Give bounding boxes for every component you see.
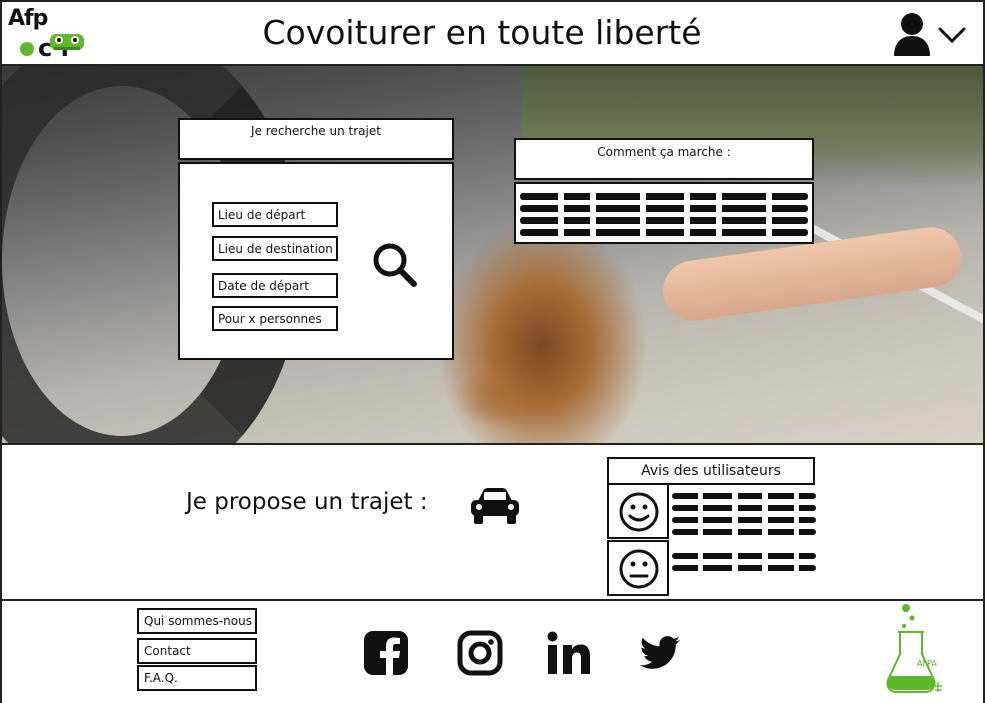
placeholder-text-line [520,217,808,224]
logo-text-top: Afp [8,6,48,31]
placeholder-text-line [520,205,808,212]
logo-car-icon [50,34,84,50]
review-text-1 [672,487,816,543]
review-avatar-happy [607,483,669,539]
search-icon[interactable] [372,242,418,288]
placeholder-text-line [672,505,816,511]
hero-banner: Je recherche un trajet Lieu de départ Li… [2,66,983,443]
placeholder-text-line [520,229,808,236]
placeholder-text-line [672,493,816,499]
faq-link[interactable]: F.A.Q. [137,665,257,691]
page-title: Covoiturer en toute liberté [262,13,702,52]
destination-field[interactable]: Lieu de destination [212,236,338,261]
propose-trip-label[interactable]: Je propose un trajet : [186,489,428,515]
review-text-2 [672,547,816,591]
placeholder-text-line [672,553,816,559]
how-it-works-text [514,182,814,244]
placeholder-text-line [672,517,816,523]
reviews-title: Avis des utilisateurs [607,457,815,485]
afpa-flask-logo[interactable]: AFPA [882,602,952,698]
header: Afp c r Covoiturer en toute liberté [2,2,983,66]
chevron-down-icon[interactable] [937,24,967,46]
contact-link[interactable]: Contact [137,638,257,664]
afpa-label: AFPA [917,659,937,668]
search-panel: Lieu de départ Lieu de destination Date … [178,162,454,360]
car-icon[interactable] [468,487,522,527]
about-us-link[interactable]: Qui sommes-nous [137,608,257,634]
smiley-icon [619,492,659,532]
review-avatar-neutral [607,540,669,596]
placeholder-text-line [520,193,808,200]
middle-section: Je propose un trajet : Avis des utilisat… [2,443,983,601]
date-field[interactable]: Date de départ [212,273,338,298]
facebook-icon[interactable] [363,630,409,676]
neutral-face-icon [619,549,659,589]
afpcar-logo[interactable]: Afp c r [8,6,100,62]
departure-field[interactable]: Lieu de départ [212,202,338,227]
linkedin-icon[interactable] [546,630,592,676]
twitter-icon[interactable] [636,630,682,676]
passengers-field[interactable]: Pour x personnes [212,306,338,331]
user-icon[interactable] [892,12,932,56]
placeholder-text-line [672,565,816,571]
page: Afp c r Covoiturer en toute liberté Je r… [0,0,985,703]
placeholder-text-line [672,529,816,535]
logo-dot [20,42,34,56]
search-panel-title: Je recherche un trajet [178,118,454,160]
instagram-icon[interactable] [457,630,503,676]
how-it-works-title: Comment ça marche : [514,138,814,180]
footer: Qui sommes-nous Contact F.A.Q. AFPA [2,602,983,703]
